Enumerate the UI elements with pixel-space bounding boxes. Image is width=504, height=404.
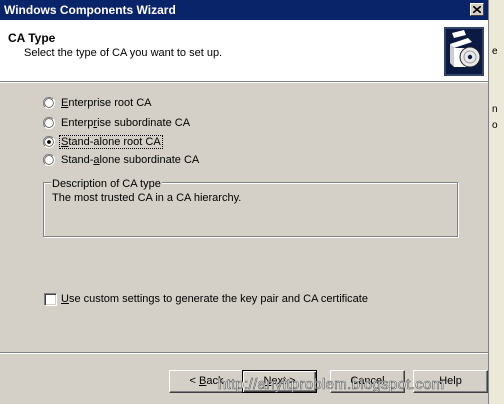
- window-title: Windows Components Wizard: [4, 3, 176, 17]
- radio-label[interactable]: Stand-alone root CA: [59, 135, 163, 149]
- page-title: CA Type: [8, 31, 56, 45]
- description-groupbox: [43, 182, 458, 237]
- focus-rectangle: Stand-alone root CA: [59, 135, 163, 149]
- watermark-text: http://anyitproblem.blogspot.com: [218, 376, 445, 394]
- radio-label[interactable]: Stand-alone subordinate CA: [61, 154, 199, 166]
- page-subtitle: Select the type of CA you want to set up…: [24, 47, 223, 59]
- checkbox-label[interactable]: Use custom settings to generate the key …: [61, 293, 368, 305]
- custom-settings-checkbox[interactable]: [44, 293, 57, 306]
- radio-button-icon[interactable]: [43, 97, 55, 109]
- ca-type-description: The most trusted CA in a CA hierarchy.: [52, 192, 242, 204]
- radio-button-icon[interactable]: [43, 117, 55, 129]
- cd-box-icon: [444, 27, 484, 76]
- wizard-header: CA Type Select the type of CA you want t…: [0, 20, 488, 82]
- background-window-edge: e n o: [488, 0, 504, 404]
- groupbox-legend: Description of CA type: [51, 178, 162, 190]
- radio-button-selected-icon[interactable]: [43, 136, 55, 148]
- background-window-fragment: o: [492, 120, 498, 131]
- footer-separator: [0, 352, 488, 354]
- radio-label[interactable]: Enterprise root CA: [61, 97, 152, 109]
- background-window-fragment: n: [492, 104, 498, 115]
- close-button[interactable]: [470, 3, 484, 16]
- radio-button-icon[interactable]: [43, 154, 55, 166]
- close-icon: [473, 6, 481, 13]
- title-bar: Windows Components Wizard: [0, 0, 488, 20]
- header-separator: [0, 82, 488, 83]
- background-window-fragment: e: [492, 46, 498, 57]
- radio-label[interactable]: Enterprise subordinate CA: [61, 117, 190, 129]
